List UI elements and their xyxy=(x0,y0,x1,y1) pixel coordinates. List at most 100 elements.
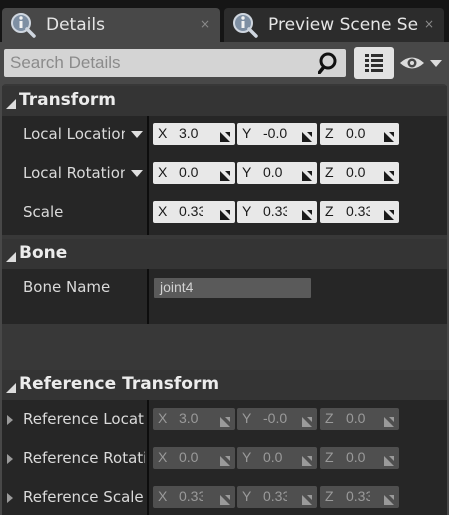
spin-icon[interactable] xyxy=(301,206,313,220)
x-field[interactable]: X 3.0 xyxy=(153,123,235,145)
axis-label: Z xyxy=(325,488,334,504)
axis-label: Z xyxy=(325,203,334,219)
axis-label: X xyxy=(158,203,168,219)
y-field[interactable]: Y 0.0 xyxy=(237,162,317,184)
spin-icon[interactable] xyxy=(383,206,395,220)
axis-label: X xyxy=(158,125,168,141)
field-value: 0.0 xyxy=(346,410,366,426)
eye-icon xyxy=(398,57,446,80)
row-label: Local Location xyxy=(23,125,125,143)
axis-label: Z xyxy=(325,164,334,180)
field-value: 0.0 xyxy=(179,164,199,180)
section-title: Reference Transform xyxy=(19,374,220,394)
spin-icon xyxy=(383,491,395,505)
section-bone-header[interactable]: Bone xyxy=(2,239,447,269)
row-label: Local Rotation xyxy=(23,164,125,182)
x-field[interactable]: X 0.0 xyxy=(153,162,235,184)
dropdown-arrow-icon[interactable] xyxy=(131,131,143,138)
row-label: Reference Rotation xyxy=(23,449,145,467)
axis-label: Z xyxy=(325,449,334,465)
tab-close-icon[interactable]: × xyxy=(424,17,434,31)
spin-icon xyxy=(219,413,231,427)
tab-close-icon[interactable]: × xyxy=(200,17,210,31)
spin-icon xyxy=(301,491,313,505)
y-field[interactable]: Y -0.0 xyxy=(237,123,317,145)
field-value: 0.33 xyxy=(263,203,287,219)
section-bone-body: Bone Name joint4 xyxy=(2,269,447,324)
tab-preview-scene-settings-label: Preview Scene Settings xyxy=(268,15,418,35)
z-field[interactable]: Z 0.0 xyxy=(320,123,399,145)
dropdown-arrow-icon[interactable] xyxy=(131,170,143,177)
x-field: X 0.33 xyxy=(153,486,235,508)
field-value: 0.0 xyxy=(263,164,283,180)
search-box xyxy=(4,49,346,77)
axis-label: Y xyxy=(242,449,252,465)
z-field[interactable]: Z 0.33 xyxy=(320,201,399,223)
row-label: Reference Location xyxy=(23,410,145,428)
tab-details-label: Details xyxy=(46,15,105,35)
tab-bar: Details × Preview Scene Settings × xyxy=(0,0,449,42)
spin-icon[interactable] xyxy=(219,128,231,142)
spin-icon[interactable] xyxy=(383,167,395,181)
field-value: 0.0 xyxy=(179,449,199,465)
spin-icon[interactable] xyxy=(219,206,231,220)
section-title: Bone xyxy=(19,243,68,263)
bone-name-value: joint4 xyxy=(160,279,194,295)
field-value: 0.33 xyxy=(263,488,287,504)
section-transform-header[interactable]: Transform xyxy=(2,86,447,116)
search-icon[interactable] xyxy=(317,52,342,75)
field-value: 0.33 xyxy=(179,488,203,504)
spin-icon[interactable] xyxy=(301,167,313,181)
expand-arrow-icon[interactable] xyxy=(7,454,13,464)
expand-arrow-icon[interactable] xyxy=(7,493,13,503)
spin-icon xyxy=(383,413,395,427)
x-field[interactable]: X 0.33 xyxy=(153,201,235,223)
axis-label: X xyxy=(158,164,168,180)
collapse-arrow-icon xyxy=(5,379,17,398)
z-field: Z 0.0 xyxy=(320,408,399,430)
axis-label: X xyxy=(158,488,168,504)
list-view-button[interactable] xyxy=(354,47,394,79)
column-divider[interactable] xyxy=(147,116,149,235)
field-value: 0.33 xyxy=(346,203,370,219)
expand-arrow-icon[interactable] xyxy=(7,415,13,425)
spin-icon xyxy=(301,452,313,466)
tab-details[interactable]: Details × xyxy=(2,8,220,42)
y-field[interactable]: Y 0.33 xyxy=(237,201,317,223)
column-divider[interactable] xyxy=(147,400,149,515)
axis-label: Y xyxy=(242,488,252,504)
y-field: Y 0.0 xyxy=(237,447,317,469)
field-value: 0.0 xyxy=(346,164,366,180)
spin-icon xyxy=(219,452,231,466)
z-field: Z 0.0 xyxy=(320,447,399,469)
field-value: 0.33 xyxy=(346,488,370,504)
search-input[interactable] xyxy=(4,49,314,77)
axis-label: Z xyxy=(325,125,334,141)
details-panel: Transform Local Location X 3.0 Y -0.0 Z … xyxy=(0,42,449,515)
spin-icon[interactable] xyxy=(301,128,313,142)
axis-label: Y xyxy=(242,410,252,426)
x-field: X 3.0 xyxy=(153,408,235,430)
axis-label: Z xyxy=(325,410,334,426)
spin-icon xyxy=(301,413,313,427)
details-icon xyxy=(10,12,36,38)
y-field: Y -0.0 xyxy=(237,408,317,430)
field-value: 0.0 xyxy=(263,449,283,465)
field-value: 0.33 xyxy=(179,203,203,219)
spin-icon[interactable] xyxy=(383,128,395,142)
visibility-options-button[interactable] xyxy=(398,50,446,76)
z-field[interactable]: Z 0.0 xyxy=(320,162,399,184)
axis-label: X xyxy=(158,410,168,426)
field-value: 0.0 xyxy=(346,125,366,141)
column-divider[interactable] xyxy=(147,269,149,324)
bone-name-field[interactable]: joint4 xyxy=(154,278,311,298)
spin-icon[interactable] xyxy=(219,167,231,181)
section-reference-body: Reference Location X 3.0 Y -0.0 Z 0.0 Re… xyxy=(2,400,447,515)
field-value: 0.0 xyxy=(346,449,366,465)
field-value: 3.0 xyxy=(179,410,199,426)
axis-label: X xyxy=(158,449,168,465)
field-value: 3.0 xyxy=(179,125,199,141)
section-reference-header[interactable]: Reference Transform xyxy=(2,370,447,400)
field-value: -0.0 xyxy=(263,410,287,426)
tab-preview-scene-settings[interactable]: Preview Scene Settings × xyxy=(224,8,444,42)
